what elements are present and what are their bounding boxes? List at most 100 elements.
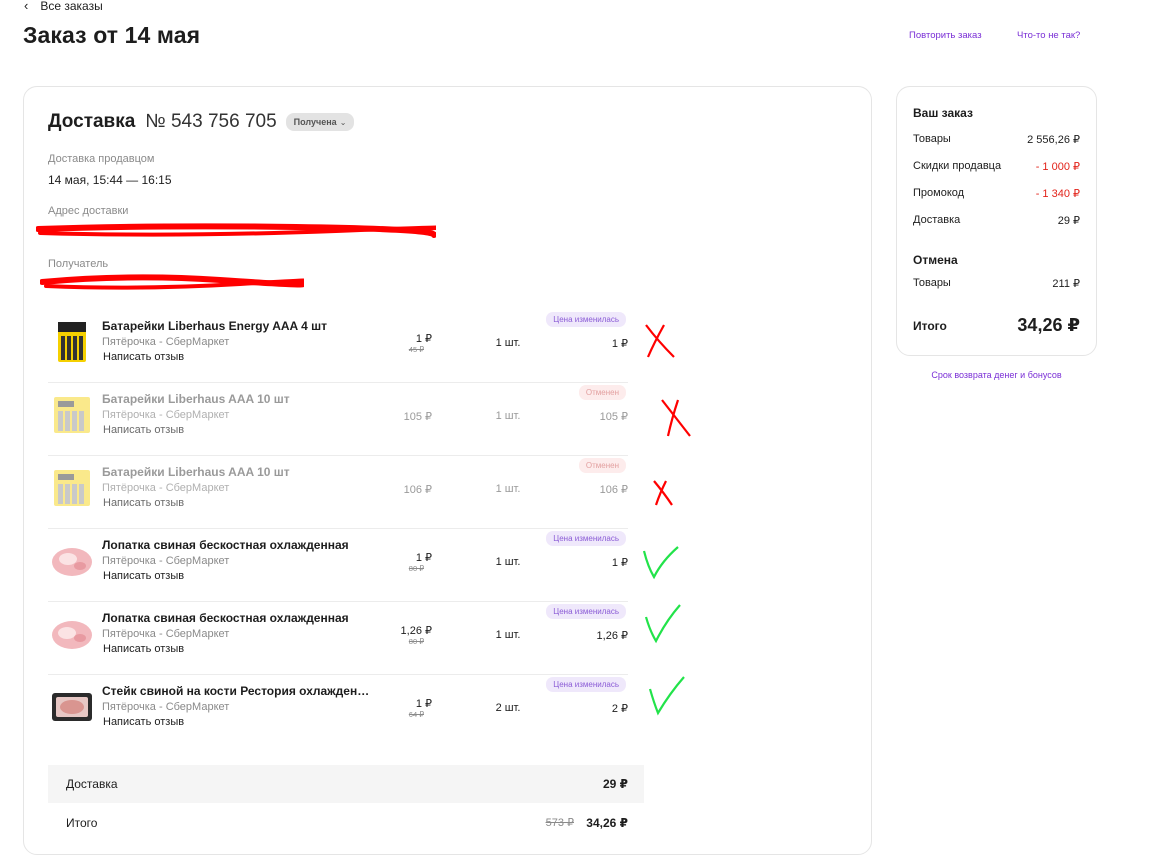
item-quantity: 1 шт. [495,337,521,349]
battery-10-pack-image [54,470,90,506]
delivery-card: Доставка № 543 756 705 Получена ⌄ Достав… [23,86,872,855]
order-item: Батарейки Liberhaus AAA 10 шт Пятёрочка … [48,456,628,529]
order-summary-card: Ваш заказ Товары 2 556,26 ₽ Скидки прода… [896,86,1097,356]
repeat-order-link[interactable]: Повторить заказ [909,30,982,41]
write-review-link[interactable]: Написать отзыв [103,497,184,509]
write-review-link[interactable]: Написать отзыв [103,716,184,728]
seller-discount-value: - 1 000 ₽ [1035,161,1080,173]
delivery-time: 14 мая, 15:44 — 16:15 [48,173,172,187]
item-price: 106 ₽ [403,484,432,496]
cancel-goods-value: 211 ₽ [1052,278,1080,290]
item-old-price: 80 ₽ [408,564,424,573]
write-review-link[interactable]: Написать отзыв [103,351,184,363]
price-changed-badge: Цена изменилась [546,531,626,546]
problem-link[interactable]: Что-то не так? [1017,30,1080,41]
chevron-down-icon: ⌄ [339,117,347,127]
delivery-cost-value: 29 ₽ [1057,215,1080,227]
order-item: Лопатка свиная бескостная охлажденная Пя… [48,529,628,602]
item-price: 1 ₽ [415,552,432,564]
green-check-mark [648,676,685,716]
price-changed-badge: Цена изменилась [546,677,626,692]
goods-row: Товары 2 556,26 ₽ [913,133,1080,146]
seller-delivery-label: Доставка продавцом [48,153,155,165]
item-name[interactable]: Батарейки Liberhaus AAA 10 шт [102,392,290,406]
price-changed-badge: Цена изменилась [546,312,626,327]
status-badge[interactable]: Получена ⌄ [285,113,355,131]
item-old-price: 64 ₽ [408,710,424,719]
order-item: Батарейки Liberhaus Energy AAA 4 шт Пятё… [48,310,628,383]
item-name[interactable]: Батарейки Liberhaus AAA 10 шт [102,465,290,479]
cancel-goods-row: Товары 211 ₽ [913,277,1080,290]
write-review-link[interactable]: Написать отзыв [103,424,184,436]
delivery-summary-row: Доставка 29 ₽ [48,765,644,803]
item-name[interactable]: Лопатка свиная бескостная охлажденная [102,611,349,625]
seller-discount-label: Скидки продавца [913,160,1002,172]
item-old-price: 45 ₽ [408,345,424,354]
recipient-redaction-scribble [40,274,304,290]
total-summary-label: Итого [66,816,98,830]
item-quantity: 1 шт. [495,483,521,495]
order-summary-title: Ваш заказ [913,106,973,120]
address-redaction-scribble [36,223,436,238]
item-total: 106 ₽ [599,484,628,496]
item-store: Пятёрочка - СберМаркет [102,555,230,567]
pork-meat-image [52,548,92,576]
chevron-left-icon: ‹ [24,0,29,13]
cancel-title: Отмена [913,253,958,267]
pork-steak-pack-image [52,693,92,721]
order-total-label: Итого [913,318,947,333]
delivery-title: Доставка [48,111,136,132]
page-title: Заказ от 14 мая [23,22,201,48]
delivery-summary-label: Доставка [66,777,118,791]
item-store: Пятёрочка - СберМаркет [102,628,230,640]
item-quantity: 2 шт. [495,702,521,714]
battery-4-pack-image [58,322,86,362]
delivery-header: Доставка № 543 756 705 Получена ⌄ [48,111,355,133]
item-price: 1 ₽ [415,333,432,345]
promo-value: - 1 340 ₽ [1035,188,1080,200]
order-item: Лопатка свиная бескостная охлажденная Пя… [48,602,628,675]
item-price: 105 ₽ [403,411,432,423]
pork-meat-image [52,621,92,649]
goods-label: Товары [913,133,951,145]
item-price: 1,26 ₽ [400,625,432,637]
item-name[interactable]: Батарейки Liberhaus Energy AAA 4 шт [102,319,327,333]
address-label: Адрес доставки [48,205,129,217]
item-name[interactable]: Лопатка свиная бескостная охлажденная [102,538,349,552]
write-review-link[interactable]: Написать отзыв [103,570,184,582]
status-badge-label: Получена [293,117,337,127]
item-old-price: 80 ₽ [408,637,424,646]
refund-terms-link[interactable]: Срок возврата денег и бонусов [896,370,1097,380]
item-store: Пятёрочка - СберМаркет [102,336,230,348]
cancelled-badge: Отменен [578,385,626,400]
back-link[interactable]: ‹ Все заказы [24,0,103,13]
red-x-mark [653,480,673,506]
delivery-number: № 543 756 705 [145,111,277,132]
cancel-goods-label: Товары [913,277,951,289]
green-check-mark [642,546,679,580]
item-total: 1 ₽ [611,557,628,569]
back-link-label: Все заказы [40,0,103,13]
seller-discount-row: Скидки продавца - 1 000 ₽ [913,160,1080,173]
delivery-summary-value: 29 ₽ [602,777,628,791]
item-total: 1 ₽ [611,338,628,350]
cancelled-badge: Отменен [578,458,626,473]
total-summary-value: 34,26 ₽ [586,816,628,830]
item-total: 1,26 ₽ [596,630,628,642]
write-review-link[interactable]: Написать отзыв [103,643,184,655]
green-check-mark [644,604,681,644]
item-quantity: 1 шт. [495,410,521,422]
total-old-value: 573 ₽ [545,817,574,829]
order-item: Батарейки Liberhaus AAA 10 шт Пятёрочка … [48,383,628,456]
item-name[interactable]: Стейк свиной на кости Рестория охлажден… [102,684,369,698]
promo-row: Промокод - 1 340 ₽ [913,187,1080,200]
order-total-row: Итого 34,26 ₽ [913,315,1080,336]
price-changed-badge: Цена изменилась [546,604,626,619]
item-price: 1 ₽ [415,698,432,710]
delivery-cost-label: Доставка [913,214,961,226]
red-x-mark [661,399,691,437]
recipient-label: Получатель [48,258,109,270]
goods-value: 2 556,26 ₽ [1027,134,1080,146]
order-item: Стейк свиной на кости Рестория охлажден…… [48,675,628,748]
promo-label: Промокод [913,187,965,199]
